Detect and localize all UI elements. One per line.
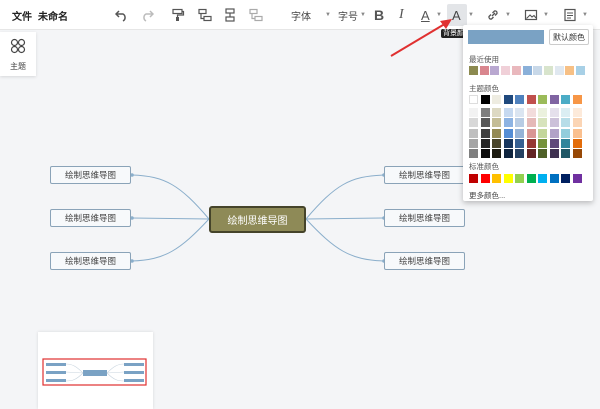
current-color-preview: [468, 30, 544, 44]
recent-color-swatch[interactable]: [469, 66, 478, 75]
theme-color-swatch[interactable]: [538, 149, 547, 158]
recent-color-swatch[interactable]: [565, 66, 575, 75]
minimap-preview: [42, 358, 147, 386]
left-subtopic-3[interactable]: 绘制思维导图: [50, 252, 131, 270]
theme-color-swatch[interactable]: [515, 138, 524, 148]
theme-color-swatch[interactable]: [549, 118, 559, 128]
standard-color-swatch[interactable]: [572, 174, 582, 183]
theme-color-swatch[interactable]: [572, 118, 582, 128]
theme-color-swatch[interactable]: [572, 128, 582, 138]
theme-color-swatch[interactable]: [503, 138, 513, 148]
theme-color-swatch[interactable]: [469, 95, 478, 104]
right-subtopic-3[interactable]: 绘制思维导图: [384, 252, 465, 270]
theme-color-swatch[interactable]: [515, 95, 524, 104]
theme-color-swatch[interactable]: [538, 118, 547, 128]
central-topic[interactable]: 绘制思维导图: [209, 206, 306, 233]
recent-color-swatch[interactable]: [543, 66, 553, 75]
recent-color-swatch[interactable]: [501, 66, 511, 75]
standard-colors-label: 标准颜色: [469, 162, 499, 171]
theme-color-swatch[interactable]: [469, 118, 478, 128]
theme-color-swatch[interactable]: [572, 149, 582, 158]
theme-color-swatch[interactable]: [572, 108, 582, 118]
recent-color-swatch[interactable]: [511, 66, 521, 75]
standard-color-swatch[interactable]: [480, 174, 490, 183]
background-color-popup: 默认颜色 最近使用 主题颜色 标准颜色 更多颜色...: [463, 25, 593, 201]
right-subtopic-2[interactable]: 绘制思维导图: [384, 209, 465, 227]
theme-color-swatch[interactable]: [480, 128, 490, 138]
theme-color-swatch[interactable]: [549, 95, 559, 104]
theme-color-swatch[interactable]: [515, 108, 524, 118]
more-colors-link[interactable]: 更多颜色...: [469, 190, 505, 201]
theme-color-swatch[interactable]: [503, 128, 513, 138]
theme-color-swatch[interactable]: [503, 108, 513, 118]
theme-color-swatch[interactable]: [538, 95, 547, 104]
theme-color-swatch[interactable]: [469, 149, 478, 158]
theme-color-swatch[interactable]: [503, 118, 513, 128]
theme-color-swatch[interactable]: [492, 108, 501, 118]
theme-color-swatch[interactable]: [480, 149, 490, 158]
theme-color-swatch[interactable]: [561, 95, 570, 104]
left-subtopic-1[interactable]: 绘制思维导图: [50, 166, 131, 184]
minimap[interactable]: [38, 332, 153, 409]
theme-colors-label: 主题颜色: [469, 84, 499, 93]
standard-color-swatch[interactable]: [526, 174, 536, 183]
theme-color-swatch[interactable]: [526, 128, 536, 138]
theme-color-swatch[interactable]: [561, 108, 570, 118]
theme-color-swatch[interactable]: [572, 138, 582, 148]
theme-color-swatch[interactable]: [526, 138, 536, 148]
standard-color-swatch[interactable]: [492, 174, 501, 183]
theme-color-swatch[interactable]: [561, 128, 570, 138]
left-subtopic-2[interactable]: 绘制思维导图: [50, 209, 131, 227]
standard-color-swatch[interactable]: [538, 174, 547, 183]
default-color-button[interactable]: 默认颜色: [549, 29, 589, 45]
theme-color-swatch[interactable]: [469, 108, 478, 118]
theme-color-swatch[interactable]: [526, 118, 536, 128]
theme-color-swatch[interactable]: [492, 118, 501, 128]
theme-color-swatch[interactable]: [515, 118, 524, 128]
right-subtopic-1[interactable]: 绘制思维导图: [384, 166, 465, 184]
recent-color-swatch[interactable]: [533, 66, 543, 75]
standard-color-swatch[interactable]: [515, 174, 524, 183]
theme-color-swatch[interactable]: [503, 95, 513, 104]
theme-color-swatch[interactable]: [561, 149, 570, 158]
theme-color-swatch[interactable]: [469, 138, 478, 148]
theme-color-swatch[interactable]: [492, 138, 501, 148]
standard-color-swatch[interactable]: [549, 174, 559, 183]
standard-color-swatch[interactable]: [561, 174, 570, 183]
theme-color-swatch[interactable]: [526, 95, 536, 104]
theme-color-swatch[interactable]: [480, 138, 490, 148]
theme-color-swatch[interactable]: [549, 138, 559, 148]
theme-color-swatch[interactable]: [549, 149, 559, 158]
recent-colors-label: 最近使用: [469, 55, 499, 64]
theme-color-swatch[interactable]: [515, 128, 524, 138]
theme-color-swatch[interactable]: [572, 95, 582, 104]
recent-color-swatch[interactable]: [554, 66, 564, 75]
theme-color-swatch[interactable]: [515, 149, 524, 158]
theme-color-swatch[interactable]: [480, 108, 490, 118]
theme-color-swatch[interactable]: [561, 138, 570, 148]
theme-color-swatch[interactable]: [549, 108, 559, 118]
theme-color-swatch[interactable]: [526, 149, 536, 158]
theme-color-swatch[interactable]: [526, 108, 536, 118]
theme-color-swatch[interactable]: [538, 128, 547, 138]
theme-color-swatch[interactable]: [492, 149, 501, 158]
theme-color-swatch[interactable]: [538, 138, 547, 148]
recent-color-swatch[interactable]: [522, 66, 532, 75]
theme-color-swatch[interactable]: [480, 95, 490, 104]
theme-color-swatch[interactable]: [503, 149, 513, 158]
theme-color-swatch[interactable]: [561, 118, 570, 128]
recent-color-swatch[interactable]: [490, 66, 500, 75]
recent-color-swatch[interactable]: [576, 66, 585, 75]
theme-color-swatch[interactable]: [492, 95, 501, 104]
theme-color-swatch[interactable]: [538, 108, 547, 118]
standard-color-swatch[interactable]: [469, 174, 478, 183]
theme-color-swatch[interactable]: [492, 128, 501, 138]
standard-color-swatch[interactable]: [503, 174, 513, 183]
theme-color-swatch[interactable]: [469, 128, 478, 138]
theme-color-swatch[interactable]: [480, 118, 490, 128]
recent-color-swatch[interactable]: [479, 66, 489, 75]
theme-color-swatch[interactable]: [549, 128, 559, 138]
